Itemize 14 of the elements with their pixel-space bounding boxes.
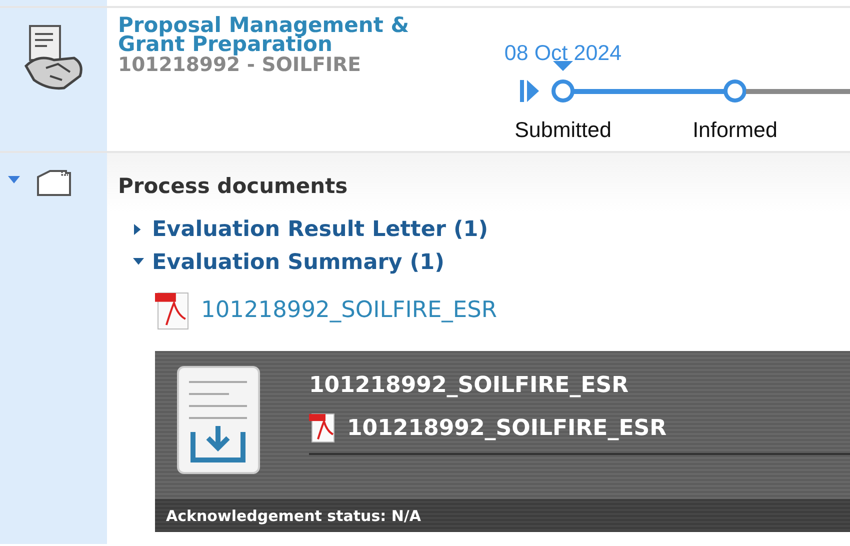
folder-icon (36, 169, 72, 197)
file-link[interactable]: 101218992_SOILFIRE_ESR (201, 294, 498, 328)
download-icon[interactable] (175, 364, 262, 476)
file-name[interactable]: 101218992_SOILFIRE_ESR (347, 412, 667, 444)
step-label: Informed (692, 117, 778, 144)
collapse-caret-icon (133, 256, 144, 268)
reference-text: 101218992 - SOILFIRE (118, 54, 362, 76)
date-text: 08 Oct 2024 (504, 40, 622, 67)
title-text: Grant Preparation (118, 35, 332, 54)
step-label: Submitted (514, 117, 612, 144)
acknowledgement-status: Acknowledgement status: N/A (155, 498, 850, 532)
start-marker-icon (520, 80, 539, 102)
title-text: Proposal Management & (118, 16, 410, 35)
document-title: 101218992_SOILFIRE_ESR (309, 372, 630, 400)
